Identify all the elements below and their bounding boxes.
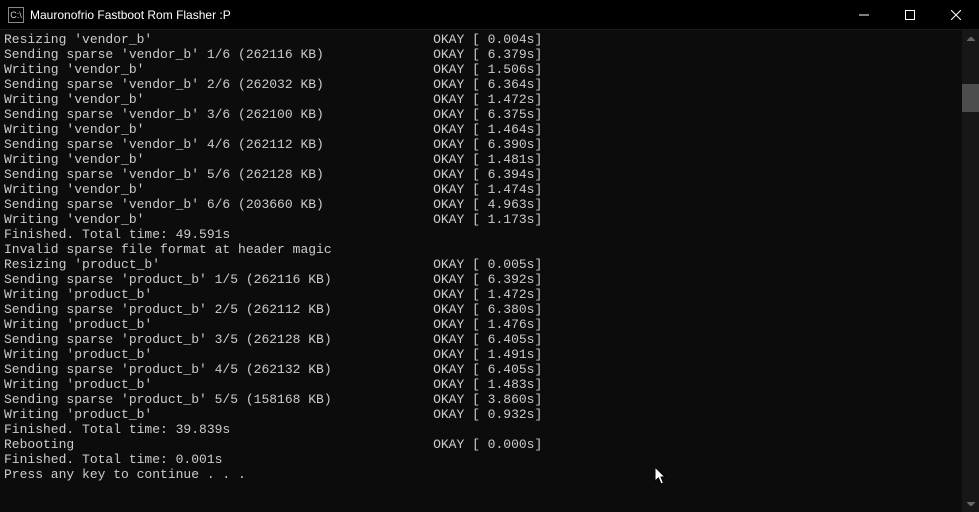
terminal-output: Resizing 'vendor_b' OKAY [ 0.004s]Sendin…	[0, 30, 979, 512]
terminal-line: Finished. Total time: 0.001s	[4, 452, 975, 467]
terminal-line: Press any key to continue . . .	[4, 467, 975, 482]
terminal-line: Sending sparse 'vendor_b' 5/6 (262128 KB…	[4, 167, 975, 182]
terminal-line: Sending sparse 'product_b' 4/5 (262132 K…	[4, 362, 975, 377]
scrollbar-thumb[interactable]	[962, 84, 979, 112]
terminal-line: Writing 'vendor_b' OKAY [ 1.472s]	[4, 92, 975, 107]
terminal-line: Sending sparse 'vendor_b' 4/6 (262112 KB…	[4, 137, 975, 152]
maximize-button[interactable]	[887, 0, 933, 30]
terminal-line: Rebooting OKAY [ 0.000s]	[4, 437, 975, 452]
terminal-line: Sending sparse 'product_b' 5/5 (158168 K…	[4, 392, 975, 407]
terminal-line: Sending sparse 'product_b' 2/5 (262112 K…	[4, 302, 975, 317]
minimize-button[interactable]	[841, 0, 887, 30]
terminal-line: Sending sparse 'vendor_b' 6/6 (203660 KB…	[4, 197, 975, 212]
close-button[interactable]	[933, 0, 979, 30]
terminal-line: Writing 'product_b' OKAY [ 1.491s]	[4, 347, 975, 362]
terminal-line: Writing 'product_b' OKAY [ 1.472s]	[4, 287, 975, 302]
scroll-down-icon[interactable]	[962, 495, 979, 512]
terminal-line: Writing 'vendor_b' OKAY [ 1.481s]	[4, 152, 975, 167]
scroll-up-icon[interactable]	[962, 30, 979, 47]
terminal-line: Resizing 'vendor_b' OKAY [ 0.004s]	[4, 32, 975, 47]
terminal-line: Writing 'product_b' OKAY [ 1.483s]	[4, 377, 975, 392]
terminal-line: Finished. Total time: 49.591s	[4, 227, 975, 242]
window-title: Mauronofrio Fastboot Rom Flasher :P	[30, 8, 841, 22]
window-titlebar: C:\ Mauronofrio Fastboot Rom Flasher :P	[0, 0, 979, 30]
terminal-line: Sending sparse 'vendor_b' 1/6 (262116 KB…	[4, 47, 975, 62]
terminal-line: Sending sparse 'vendor_b' 2/6 (262032 KB…	[4, 77, 975, 92]
terminal-line: Sending sparse 'product_b' 1/5 (262116 K…	[4, 272, 975, 287]
terminal-line: Writing 'product_b' OKAY [ 0.932s]	[4, 407, 975, 422]
terminal-line: Sending sparse 'vendor_b' 3/6 (262100 KB…	[4, 107, 975, 122]
terminal-line: Writing 'vendor_b' OKAY [ 1.173s]	[4, 212, 975, 227]
terminal-line: Writing 'vendor_b' OKAY [ 1.474s]	[4, 182, 975, 197]
scrollbar[interactable]	[962, 30, 979, 512]
terminal-line: Writing 'vendor_b' OKAY [ 1.464s]	[4, 122, 975, 137]
terminal-line: Resizing 'product_b' OKAY [ 0.005s]	[4, 257, 975, 272]
terminal-line: Invalid sparse file format at header mag…	[4, 242, 975, 257]
cmd-icon: C:\	[8, 7, 24, 23]
terminal-line: Sending sparse 'product_b' 3/5 (262128 K…	[4, 332, 975, 347]
terminal-line: Writing 'vendor_b' OKAY [ 1.506s]	[4, 62, 975, 77]
terminal-line: Writing 'product_b' OKAY [ 1.476s]	[4, 317, 975, 332]
terminal-line: Finished. Total time: 39.839s	[4, 422, 975, 437]
